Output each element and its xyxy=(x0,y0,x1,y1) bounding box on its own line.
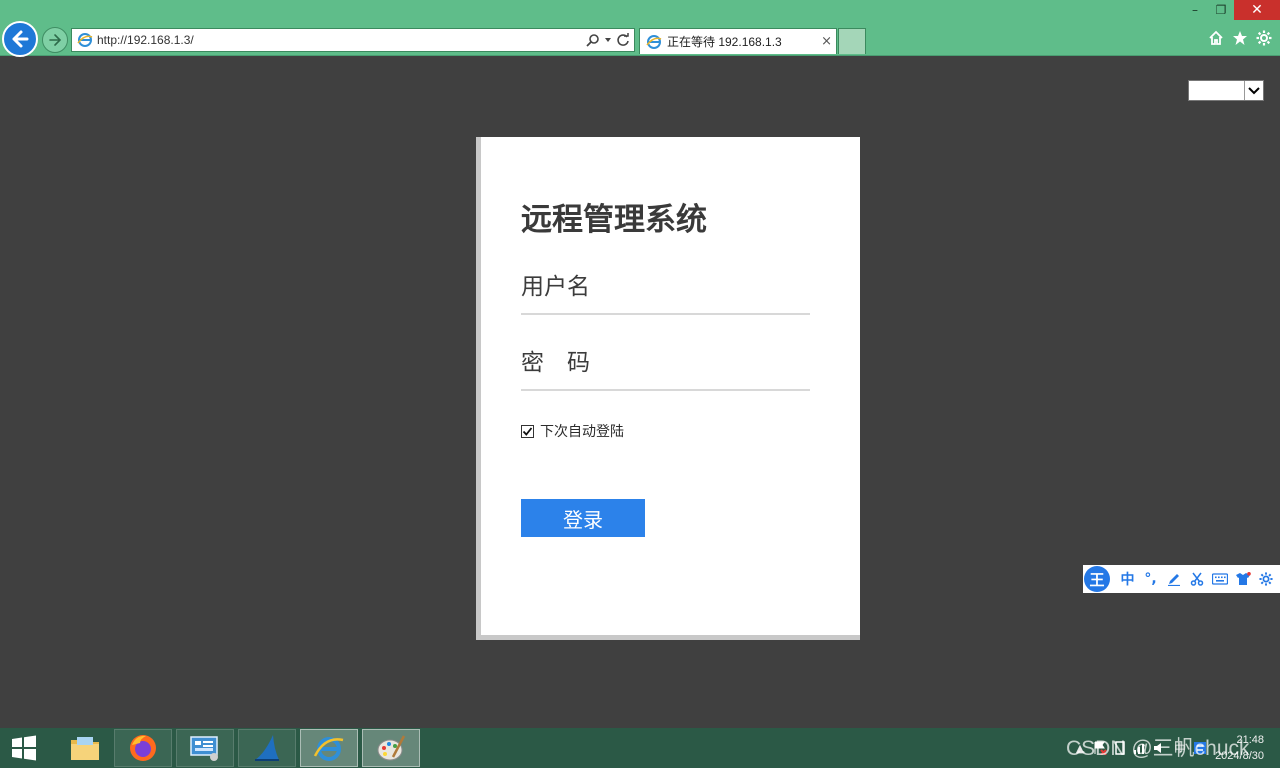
username-field[interactable]: 用户名 xyxy=(521,274,810,315)
close-window-button[interactable]: ✕ xyxy=(1234,0,1280,20)
taskbar-server-manager[interactable] xyxy=(176,729,234,767)
search-icon[interactable] xyxy=(586,33,600,47)
refresh-icon[interactable] xyxy=(616,33,630,47)
paint-palette-icon xyxy=(377,735,406,761)
pen-icon[interactable] xyxy=(1162,565,1185,593)
home-icon[interactable] xyxy=(1208,30,1224,46)
csdn-watermark: CSDN @三帆chuck xyxy=(1066,737,1250,760)
address-url[interactable]: http://192.168.1.3/ xyxy=(97,33,194,47)
favorites-star-icon[interactable] xyxy=(1232,30,1248,46)
chevron-down-icon[interactable] xyxy=(1244,81,1263,100)
new-tab-button[interactable] xyxy=(838,28,866,54)
ime-logo[interactable]: 王 xyxy=(1084,566,1110,592)
arrow-right-icon xyxy=(49,34,62,46)
ime-mode-toggle[interactable]: 中 xyxy=(1116,565,1139,593)
checkmark-icon xyxy=(522,426,533,436)
password-field[interactable]: 密 码 xyxy=(521,350,810,391)
login-card: 远程管理系统 用户名 密 码 下次自动登陆 登录 xyxy=(481,137,860,635)
remember-label: 下次自动登陆 xyxy=(540,424,624,440)
remember-checkbox[interactable] xyxy=(521,424,534,438)
forward-button[interactable] xyxy=(42,27,68,53)
taskbar-file-explorer[interactable] xyxy=(56,729,114,767)
windows-start-icon[interactable] xyxy=(8,734,40,762)
taskbar-wireshark[interactable] xyxy=(238,729,296,767)
password-placeholder: 密 码 xyxy=(521,350,590,376)
ime-settings-gear-icon[interactable] xyxy=(1254,565,1277,593)
wireshark-fin-icon xyxy=(255,735,279,761)
taskbar-firefox[interactable] xyxy=(114,729,172,767)
tab-active[interactable]: 正在等待 192.168.1.3 × xyxy=(639,28,837,54)
ime-toolbar: 王 中 °, xyxy=(1083,565,1280,593)
ime-punct-toggle[interactable]: °, xyxy=(1139,565,1162,593)
tab-close-icon[interactable]: × xyxy=(821,34,832,49)
login-button[interactable]: 登录 xyxy=(521,499,645,537)
browser-toolbar-right xyxy=(1208,30,1272,46)
arrow-left-icon xyxy=(12,30,29,48)
folder-icon xyxy=(71,737,99,760)
back-button[interactable] xyxy=(2,21,38,57)
address-bar[interactable]: http://192.168.1.3/ xyxy=(71,28,635,52)
server-manager-icon xyxy=(190,736,218,761)
skin-shirt-icon[interactable] xyxy=(1231,565,1254,593)
language-select[interactable] xyxy=(1188,80,1264,101)
scissors-icon[interactable] xyxy=(1185,565,1208,593)
keyboard-icon[interactable] xyxy=(1208,565,1231,593)
tab-title: 正在等待 192.168.1.3 xyxy=(667,35,782,49)
ie-tab-icon xyxy=(645,33,663,51)
page-title: 远程管理系统 xyxy=(521,202,707,238)
dropdown-arrow-icon[interactable] xyxy=(604,36,612,44)
restore-button[interactable]: ❐ xyxy=(1208,0,1234,20)
browser-chrome: http://192.168.1.3/ 正在等待 192.168.1.3 × –… xyxy=(0,0,1280,57)
firefox-icon xyxy=(130,735,156,761)
address-tools xyxy=(586,33,634,47)
minimize-button[interactable]: – xyxy=(1182,0,1208,20)
taskbar-internet-explorer[interactable] xyxy=(300,729,358,767)
window-controls: – ❐ ✕ xyxy=(1182,0,1280,20)
ie-page-icon xyxy=(76,31,94,49)
taskbar-paint[interactable] xyxy=(362,729,420,767)
internet-explorer-icon xyxy=(313,737,344,761)
username-placeholder: 用户名 xyxy=(521,274,590,300)
remember-me[interactable]: 下次自动登陆 xyxy=(521,421,624,441)
settings-gear-icon[interactable] xyxy=(1256,30,1272,46)
